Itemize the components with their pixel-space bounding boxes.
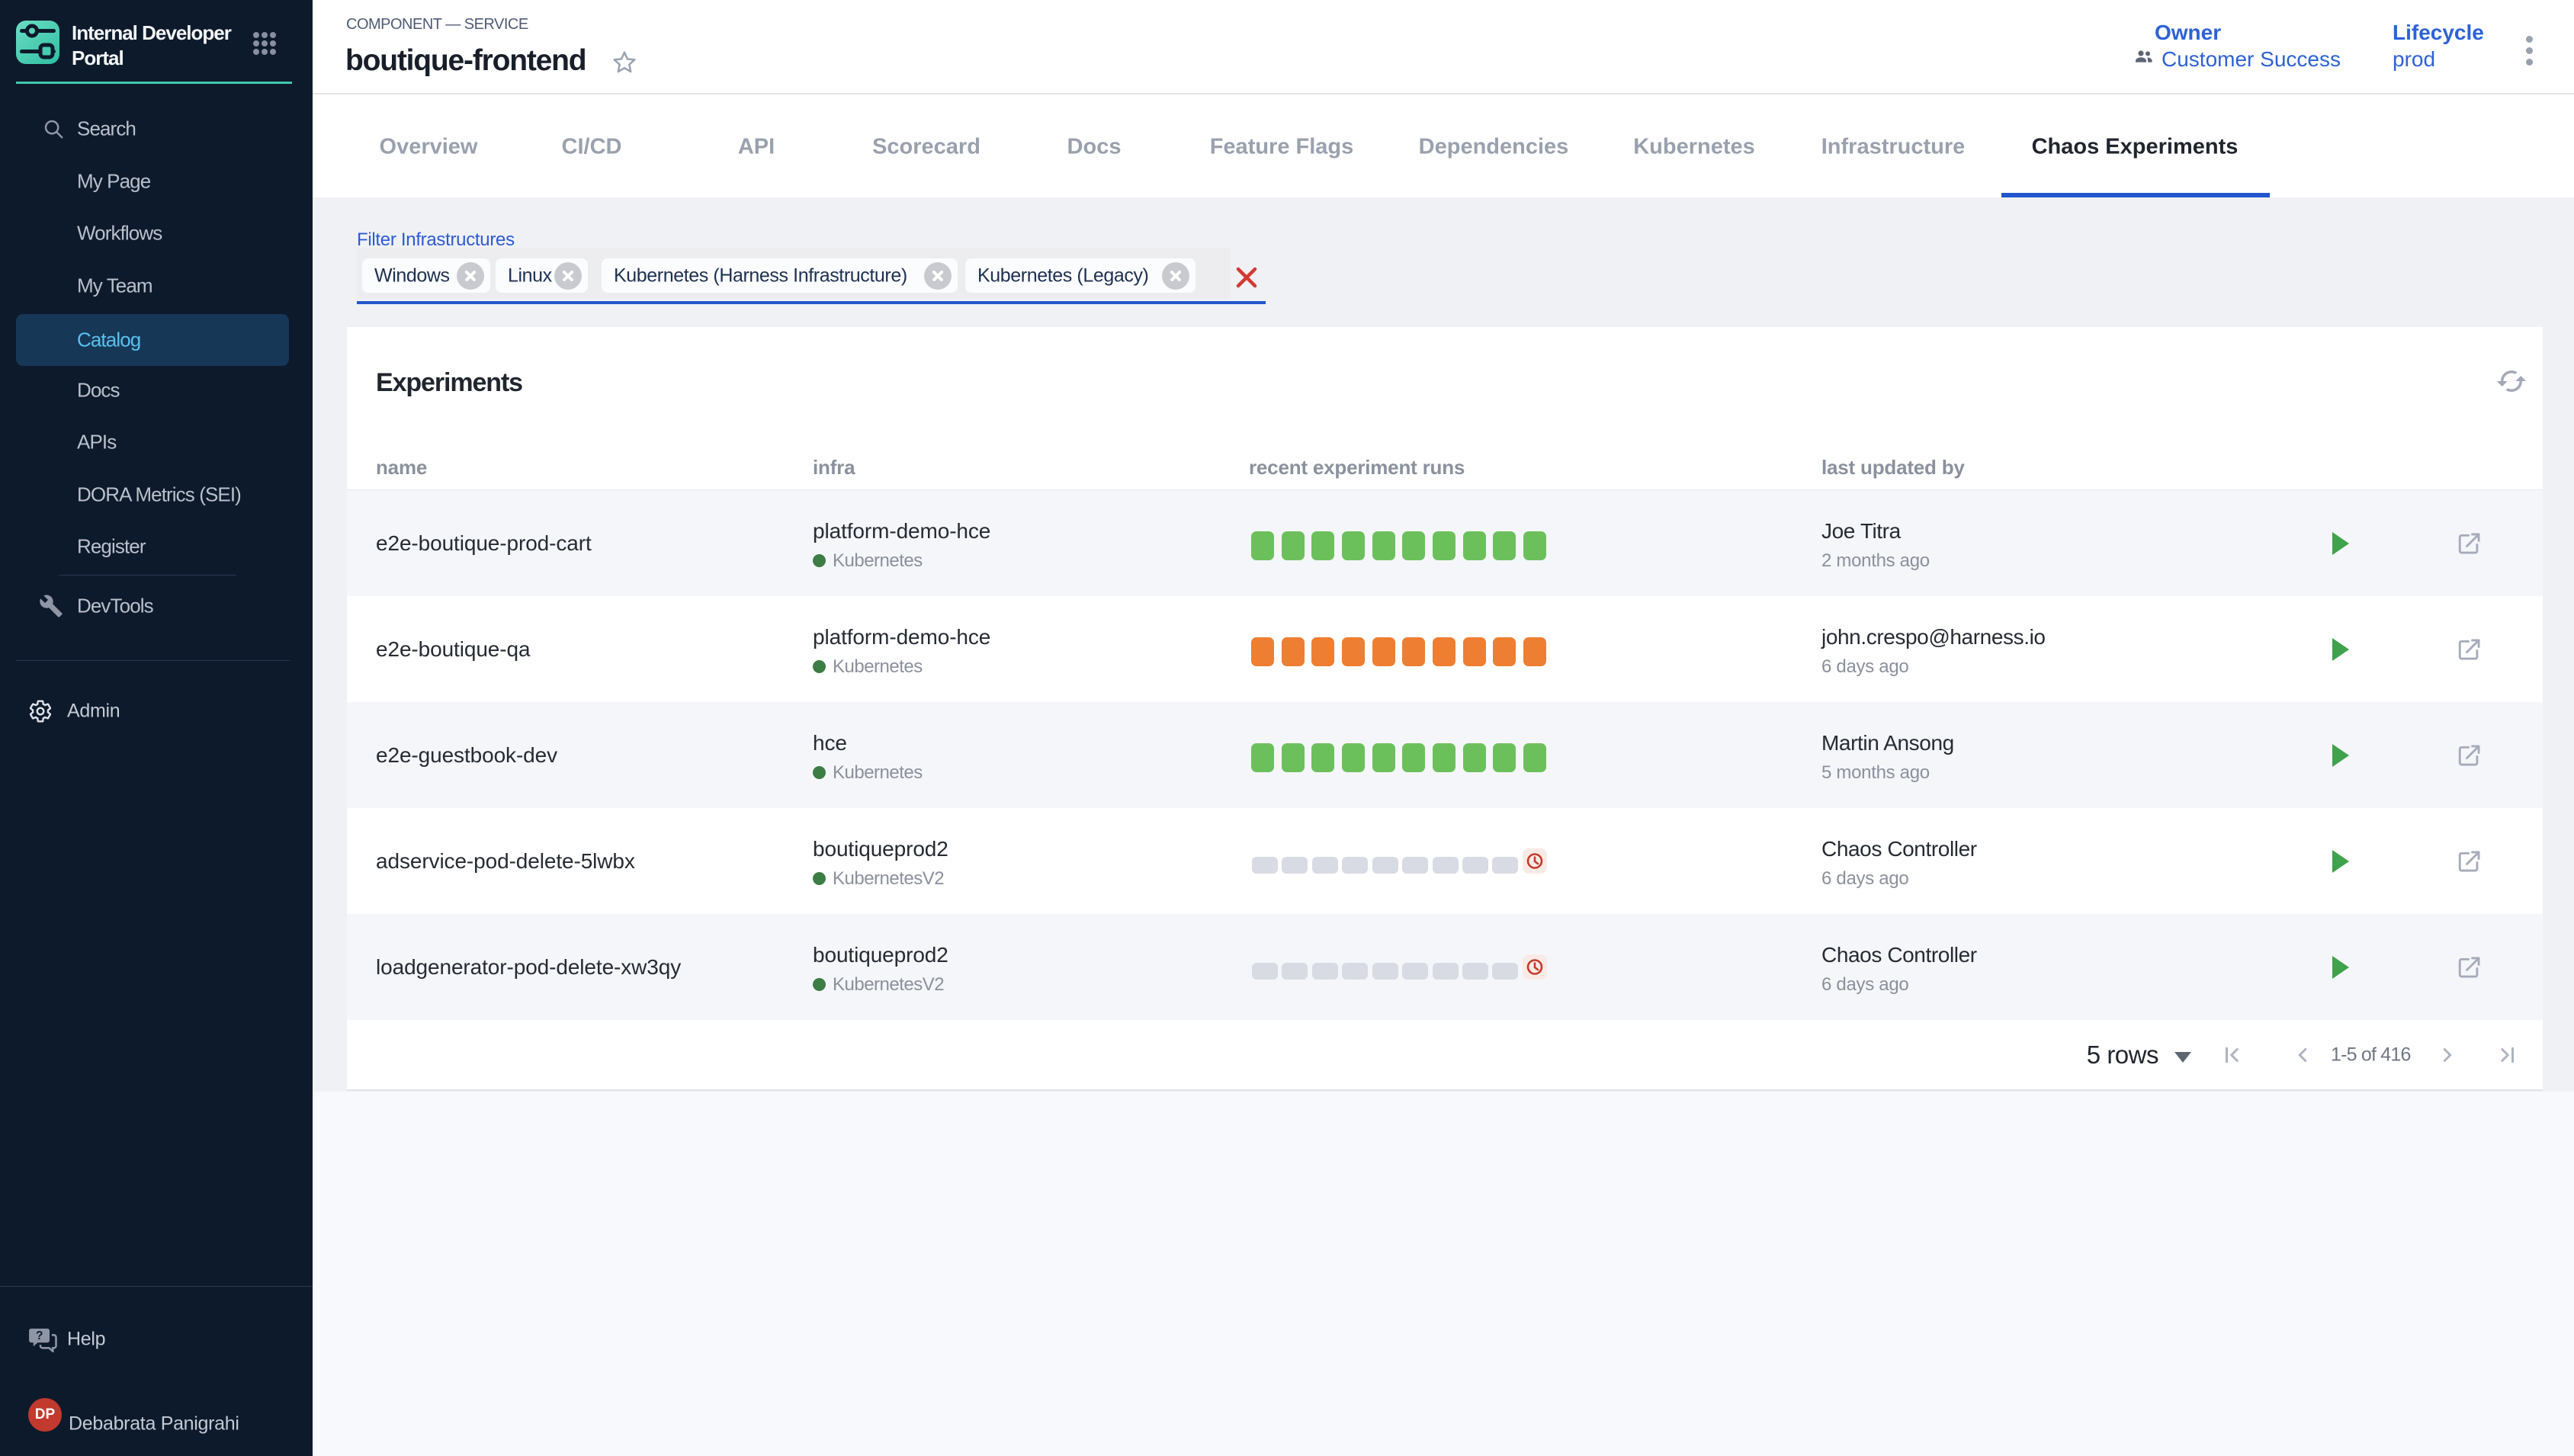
svg-text:?: ? [36,1329,43,1342]
